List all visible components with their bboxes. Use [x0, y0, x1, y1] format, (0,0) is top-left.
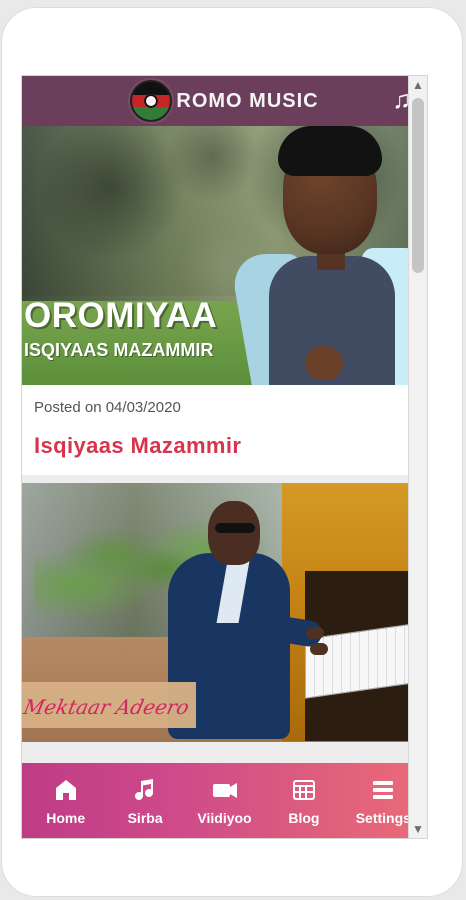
scroll-thumb[interactable] — [412, 98, 424, 273]
post-meta: Posted on 04/03/2020 Isqiyaas Mazammir — [22, 385, 427, 475]
post-title-link[interactable]: Isqiyaas Mazammir — [34, 433, 415, 459]
nav-sirba-label: Sirba — [127, 810, 163, 826]
nav-blog[interactable]: Blog — [264, 763, 343, 838]
artist-photo — [217, 126, 427, 385]
image-title: OROMIYAA — [24, 296, 218, 335]
home-icon — [52, 775, 80, 805]
image-subtitle: ISQIYAAS MAZAMMIR — [24, 340, 214, 360]
video-icon — [210, 775, 240, 805]
bottom-navigation: Home Sirba Viidiyoo Blog Settings — [22, 763, 427, 838]
music-icon — [131, 775, 159, 805]
post-image[interactable]: Mektaar Adeero — [22, 483, 427, 742]
nav-settings-label: Settings — [355, 810, 411, 826]
logo-emblem-icon — [130, 80, 173, 122]
nav-viidiyoo-label: Viidiyoo — [197, 810, 252, 826]
post-card[interactable]: OROMIYAA ISQIYAAS MAZAMMIR Posted on 04/… — [22, 126, 427, 475]
image-signature: Mektaar Adeero — [22, 695, 192, 719]
device-frame: ROMO MUSIC ♫ OROMIYAA ISQIYAAS MAZAMMIR … — [2, 8, 462, 896]
nav-home[interactable]: Home — [26, 763, 105, 838]
vertical-scrollbar[interactable]: ▲ ▼ — [408, 76, 427, 838]
scroll-up-icon[interactable]: ▲ — [409, 76, 427, 94]
app-screen: ROMO MUSIC ♫ OROMIYAA ISQIYAAS MAZAMMIR … — [22, 76, 427, 838]
app-logo: ROMO MUSIC — [130, 80, 318, 122]
top-bar: ROMO MUSIC ♫ — [22, 76, 427, 126]
blog-icon — [290, 775, 318, 805]
nav-viidiyoo[interactable]: Viidiyoo — [185, 763, 264, 838]
scroll-down-icon[interactable]: ▼ — [409, 820, 427, 838]
feed-content[interactable]: OROMIYAA ISQIYAAS MAZAMMIR Posted on 04/… — [22, 126, 427, 838]
app-logo-text: ROMO MUSIC — [176, 89, 319, 112]
nav-home-label: Home — [46, 810, 86, 826]
nav-sirba[interactable]: Sirba — [105, 763, 184, 838]
nav-blog-label: Blog — [288, 810, 320, 826]
post-image[interactable]: OROMIYAA ISQIYAAS MAZAMMIR — [22, 126, 427, 385]
posted-date: Posted on 04/03/2020 — [34, 399, 181, 416]
menu-icon — [369, 775, 397, 805]
post-card[interactable]: Mektaar Adeero — [22, 483, 427, 742]
